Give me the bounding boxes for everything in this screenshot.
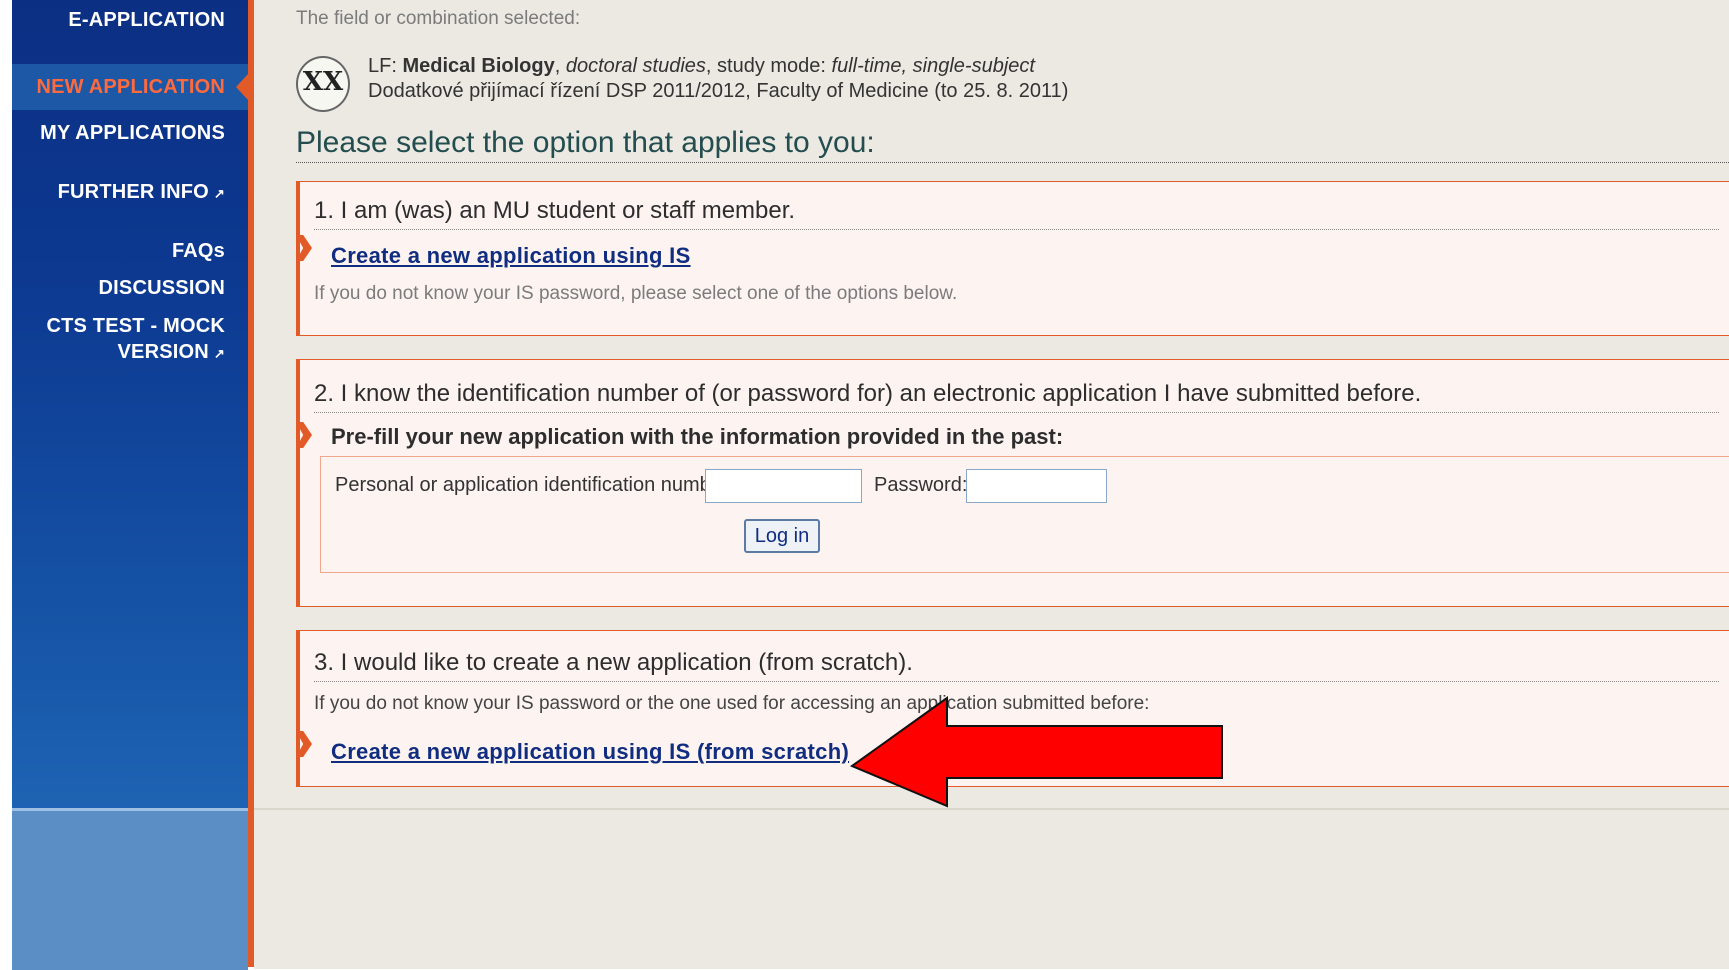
sidebar-item-faqs[interactable]: FAQs	[12, 235, 248, 267]
option-2-panel: 2. I know the identification number of (…	[296, 359, 1729, 607]
faculty-code: LF:	[368, 55, 397, 77]
option-1-panel: 1. I am (was) an MU student or staff mem…	[296, 181, 1729, 336]
create-application-from-scratch-link[interactable]: Create a new application using IS (from …	[331, 739, 849, 765]
sidebar-item-my-applications[interactable]: MY APPLICATIONS	[12, 117, 248, 149]
study-mode-label: , study mode:	[705, 55, 826, 77]
option-2-title: 2. I know the identification number of (…	[314, 380, 1719, 413]
logo-mark: XX	[302, 67, 344, 97]
option-2-subheading: Pre-fill your new application with the i…	[331, 424, 1064, 449]
arrow-marker-icon	[296, 731, 312, 757]
sidebar-item-label: CTS TEST - MOCK	[46, 315, 225, 337]
sidebar-footer	[12, 808, 248, 970]
arrow-marker-icon	[296, 235, 312, 261]
sidebar-item-new-application[interactable]: NEW APPLICATION	[12, 64, 248, 110]
login-form: Personal or application identification n…	[320, 456, 1729, 573]
field-description: LF: Medical Biology, doctoral studies, s…	[368, 55, 1035, 78]
sidebar-item-discussion[interactable]: DISCUSSION	[12, 272, 248, 304]
sidebar-item-label: FURTHER INFO	[57, 181, 209, 203]
main-footer	[254, 808, 1729, 969]
sidebar-item-label: FAQs	[171, 240, 225, 262]
password-label: Password:	[874, 474, 968, 496]
programme-name: Medical Biology	[402, 55, 555, 77]
page-title: Please select the option that applies to…	[296, 126, 1729, 163]
sidebar-item-label: E-APPLICATION	[68, 9, 225, 31]
option-1-title: 1. I am (was) an MU student or staff mem…	[314, 197, 1719, 230]
sidebar-item-label: VERSION	[117, 341, 209, 363]
separator: ,	[554, 55, 561, 77]
sidebar-item-label: MY APPLICATIONS	[40, 122, 225, 144]
red-arrow-annotation-icon	[850, 696, 1223, 808]
sidebar-item-e-application[interactable]: E-APPLICATION	[12, 0, 248, 40]
faculty-logo: XX	[296, 56, 350, 112]
admission-procedure: Dodatkové přijímací řízení DSP 2011/2012…	[368, 80, 1069, 102]
external-link-icon: ↗	[213, 186, 225, 201]
option-1-hint: If you do not know your IS password, ple…	[314, 283, 958, 304]
external-link-icon: ↗	[213, 346, 225, 361]
sidebar-item-label: DISCUSSION	[98, 277, 225, 299]
id-label: Personal or application identification n…	[335, 474, 735, 496]
password-input[interactable]	[966, 469, 1107, 503]
sidebar-item-cts-test[interactable]: CTS TEST - MOCK VERSION ↗	[12, 313, 248, 367]
active-indicator-icon	[236, 74, 248, 100]
sidebar-item-label: NEW APPLICATION	[36, 76, 225, 98]
id-number-input[interactable]	[705, 469, 862, 503]
create-application-link[interactable]: Create a new application using IS	[331, 243, 691, 269]
login-button[interactable]: Log in	[744, 519, 820, 553]
red-arrow-shape	[850, 696, 1223, 808]
study-mode: full-time, single-subject	[831, 55, 1035, 77]
study-type: doctoral studies	[565, 55, 706, 77]
field-label: The field or combination selected:	[296, 8, 581, 29]
arrow-marker-icon	[296, 422, 312, 448]
option-3-title: 3. I would like to create a new applicat…	[314, 649, 1719, 682]
sidebar-item-further-info[interactable]: FURTHER INFO ↗	[12, 176, 248, 208]
